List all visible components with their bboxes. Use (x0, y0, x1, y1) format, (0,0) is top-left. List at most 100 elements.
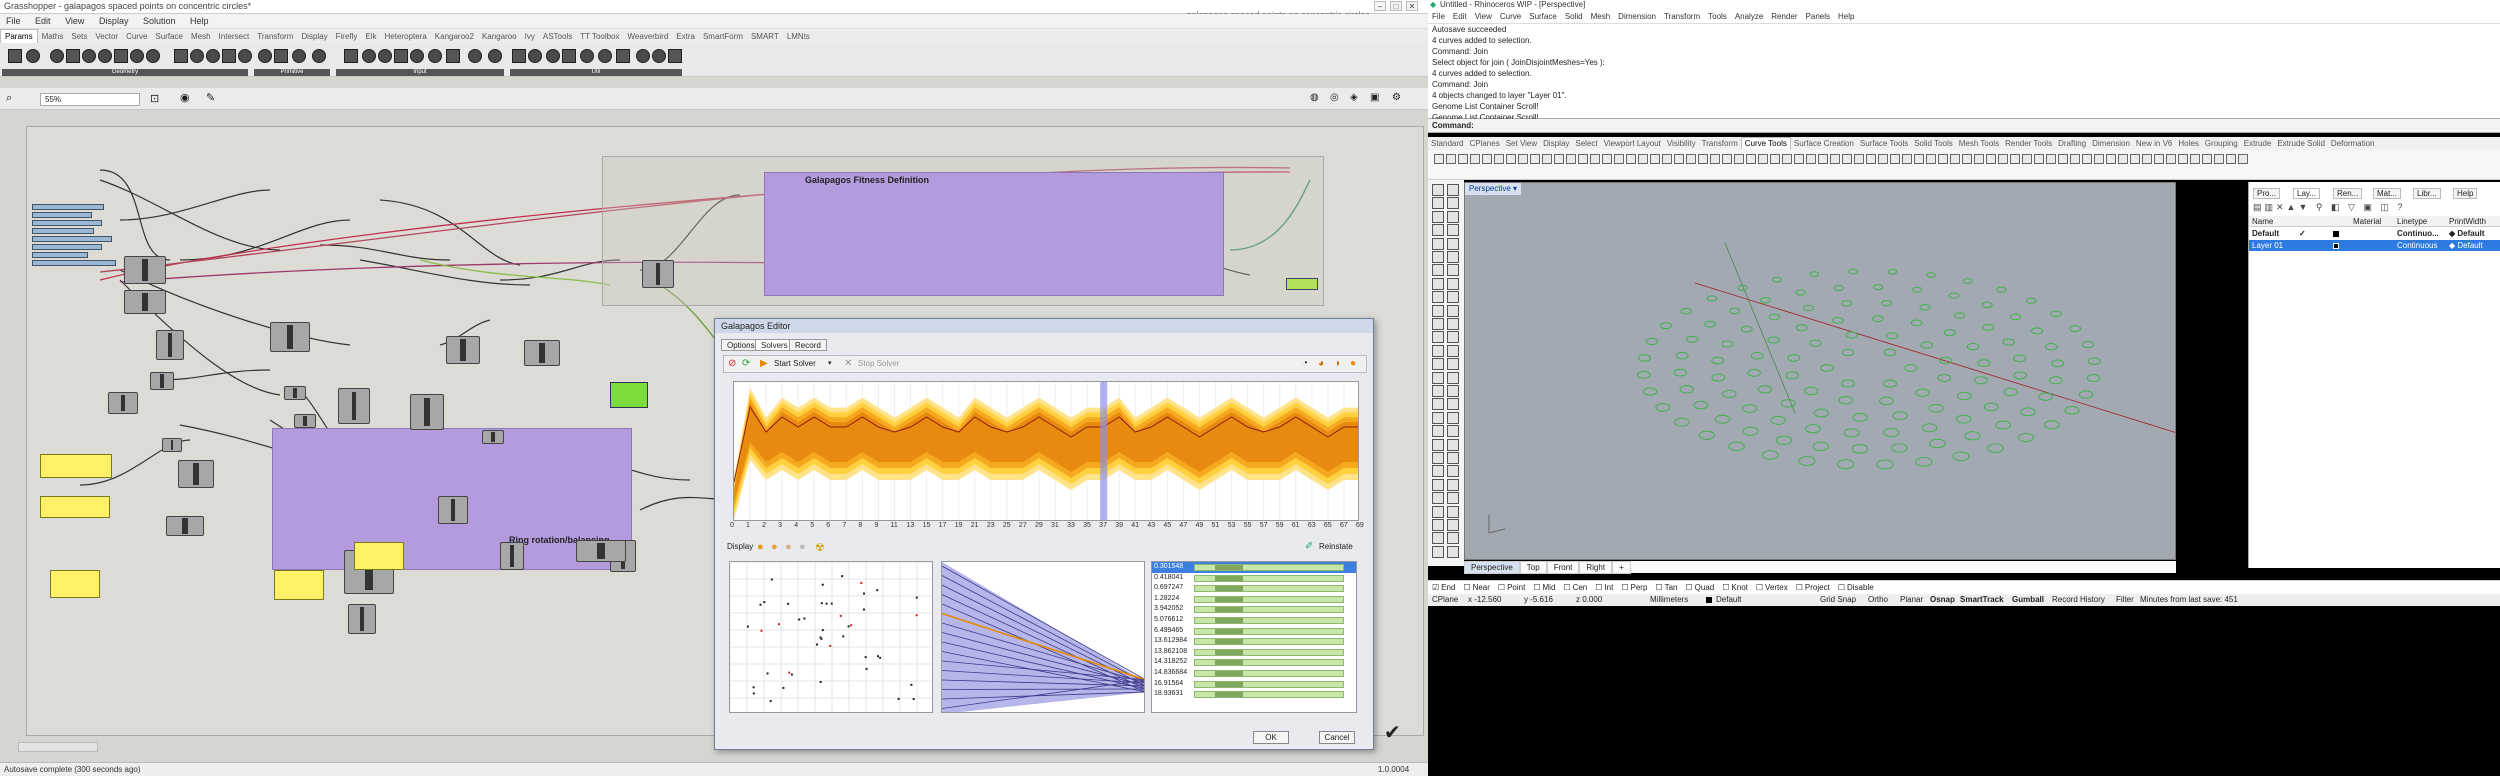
rhino-tool-icon[interactable] (1506, 154, 1516, 164)
rhino-tab-3[interactable]: Display (1540, 138, 1572, 149)
gh-component[interactable] (642, 260, 674, 288)
rhino-tool-icon[interactable] (1914, 154, 1924, 164)
menu-file[interactable]: File (0, 14, 27, 28)
number-slider[interactable] (32, 228, 94, 234)
ribbon-component-icon[interactable] (190, 49, 204, 63)
rhino-left-tool-icon[interactable] (1447, 210, 1459, 223)
panel-component[interactable] (50, 570, 100, 598)
rhino-tool-icon[interactable] (1542, 154, 1552, 164)
preview-wire-icon[interactable]: ◎ (1330, 92, 1339, 103)
rhino-left-tool-icon[interactable] (1447, 331, 1459, 344)
rhino-left-tool-icon[interactable] (1447, 438, 1459, 451)
number-slider[interactable] (32, 260, 116, 266)
circle-curve[interactable] (1848, 268, 1858, 275)
circle-curve[interactable] (2025, 297, 2037, 304)
rhino-tab-18[interactable]: Grouping (2202, 138, 2241, 149)
circle-curve[interactable] (1929, 438, 1946, 449)
ribbon-component-icon[interactable] (206, 49, 220, 63)
gh-component[interactable] (500, 542, 524, 570)
gh-tab-8[interactable]: Transform (253, 30, 297, 43)
genome-icon[interactable]: ◕ (1318, 358, 1324, 369)
rhino-tab-14[interactable]: Drafting (2055, 138, 2089, 149)
circle-curve[interactable] (1920, 341, 1934, 349)
preview-selected-icon[interactable]: ▣ (1370, 92, 1379, 103)
panel-tab-0[interactable]: Pro... (2253, 188, 2281, 199)
rhino-left-tool-icon[interactable] (1432, 277, 1444, 290)
circle-curve[interactable] (1680, 307, 1692, 315)
rhino-menu-panels[interactable]: Panels (1802, 11, 1834, 22)
genome-list[interactable]: 0.301548 0.418041 0.697247 1.28224 3.942052 5… (1151, 561, 1357, 713)
rhino-left-tool-icon[interactable] (1447, 398, 1459, 411)
gh-component[interactable] (178, 460, 214, 488)
menu-edit[interactable]: Edit (29, 14, 57, 28)
gh-component[interactable] (482, 430, 504, 444)
genome-row[interactable]: 6.499465 (1152, 626, 1356, 637)
osnap-quad[interactable]: Quad (1685, 583, 1715, 592)
gh-tab-20[interactable]: SmartForm (699, 30, 747, 43)
zoom-field[interactable]: 55% (40, 93, 140, 106)
ribbon-component-icon[interactable] (222, 49, 236, 63)
rhino-left-tool-icon[interactable] (1447, 478, 1459, 491)
circle-curve[interactable] (1879, 396, 1894, 406)
rhino-tool-icon[interactable] (1566, 154, 1576, 164)
osnap-cen[interactable]: Cen (1563, 583, 1588, 592)
rhino-left-tool-icon[interactable] (1447, 411, 1459, 424)
circle-curve[interactable] (1955, 414, 1972, 424)
rhino-left-tool-icon[interactable] (1432, 237, 1444, 250)
rhino-tool-icon[interactable] (1686, 154, 1696, 164)
ribbon-component-icon[interactable] (528, 49, 542, 63)
circle-curve[interactable] (1642, 387, 1658, 396)
generation-marker[interactable] (1100, 382, 1108, 521)
rhino-left-tool-icon[interactable] (1432, 425, 1444, 438)
rhino-left-tool-icon[interactable] (1447, 277, 1459, 290)
rhino-tab-7[interactable]: Transform (1699, 138, 1741, 149)
circle-curve[interactable] (1838, 395, 1854, 405)
number-slider[interactable] (32, 204, 104, 210)
gh-component[interactable] (294, 414, 316, 428)
circle-curve[interactable] (2078, 390, 2094, 399)
genome-row[interactable]: 14.836684 (1152, 668, 1356, 679)
rhino-menu-tools[interactable]: Tools (1704, 11, 1731, 22)
panel-component[interactable] (274, 570, 324, 600)
ribbon-component-icon[interactable] (82, 49, 96, 63)
number-slider[interactable] (32, 220, 102, 226)
circle-curve[interactable] (2017, 432, 2035, 443)
rhino-tool-icon[interactable] (1950, 154, 1960, 164)
radiation-icon[interactable]: ☢ (815, 541, 825, 554)
osnap-tan[interactable]: Tan (1655, 583, 1678, 592)
circle-curve[interactable] (2051, 359, 2065, 368)
circle-curve[interactable] (1883, 348, 1897, 357)
rhino-menu-curve[interactable]: Curve (1496, 11, 1525, 22)
rhino-menu-solid[interactable]: Solid (1561, 11, 1587, 22)
viewport-tab-2[interactable]: Front (1546, 561, 1580, 574)
rhino-tool-icon[interactable] (1890, 154, 1900, 164)
rhino-tab-10[interactable]: Surface Tools (1857, 138, 1911, 149)
circle-curve[interactable] (1679, 385, 1694, 394)
rhino-left-tool-icon[interactable] (1432, 197, 1444, 210)
gh-component[interactable] (166, 516, 204, 536)
close-button[interactable]: ✕ (1406, 1, 1418, 11)
circle-curve[interactable] (1919, 304, 1931, 311)
rhino-tool-icon[interactable] (1698, 154, 1708, 164)
rhino-tab-0[interactable]: Standard (1428, 138, 1466, 149)
rhino-tool-icon[interactable] (1590, 154, 1600, 164)
rhino-left-tool-icon[interactable] (1447, 344, 1459, 357)
circle-curve[interactable] (1876, 459, 1894, 470)
rhino-left-tool-icon[interactable] (1432, 291, 1444, 304)
rhino-tool-icon[interactable] (1878, 154, 1888, 164)
circle-curve[interactable] (1820, 364, 1834, 372)
viewport-tab-4[interactable]: + (1612, 561, 1631, 574)
ribbon-component-icon[interactable] (146, 49, 160, 63)
rhino-left-tool-icon[interactable] (1432, 478, 1444, 491)
circle-curve[interactable] (1750, 351, 1764, 360)
circle-curve[interactable] (1693, 400, 1709, 410)
panel-component[interactable] (40, 454, 112, 478)
gh-tab-9[interactable]: Display (297, 30, 331, 43)
panel-tab-1[interactable]: Lay... (2293, 188, 2320, 199)
circle-curve[interactable] (1964, 431, 1981, 441)
gh-tab-18[interactable]: Weaverbird (624, 30, 673, 43)
circle-curve[interactable] (1881, 299, 1892, 307)
rhino-menu-surface[interactable]: Surface (1525, 11, 1561, 22)
rhino-tool-icon[interactable] (2070, 154, 2080, 164)
ribbon-component-icon[interactable] (652, 49, 666, 63)
